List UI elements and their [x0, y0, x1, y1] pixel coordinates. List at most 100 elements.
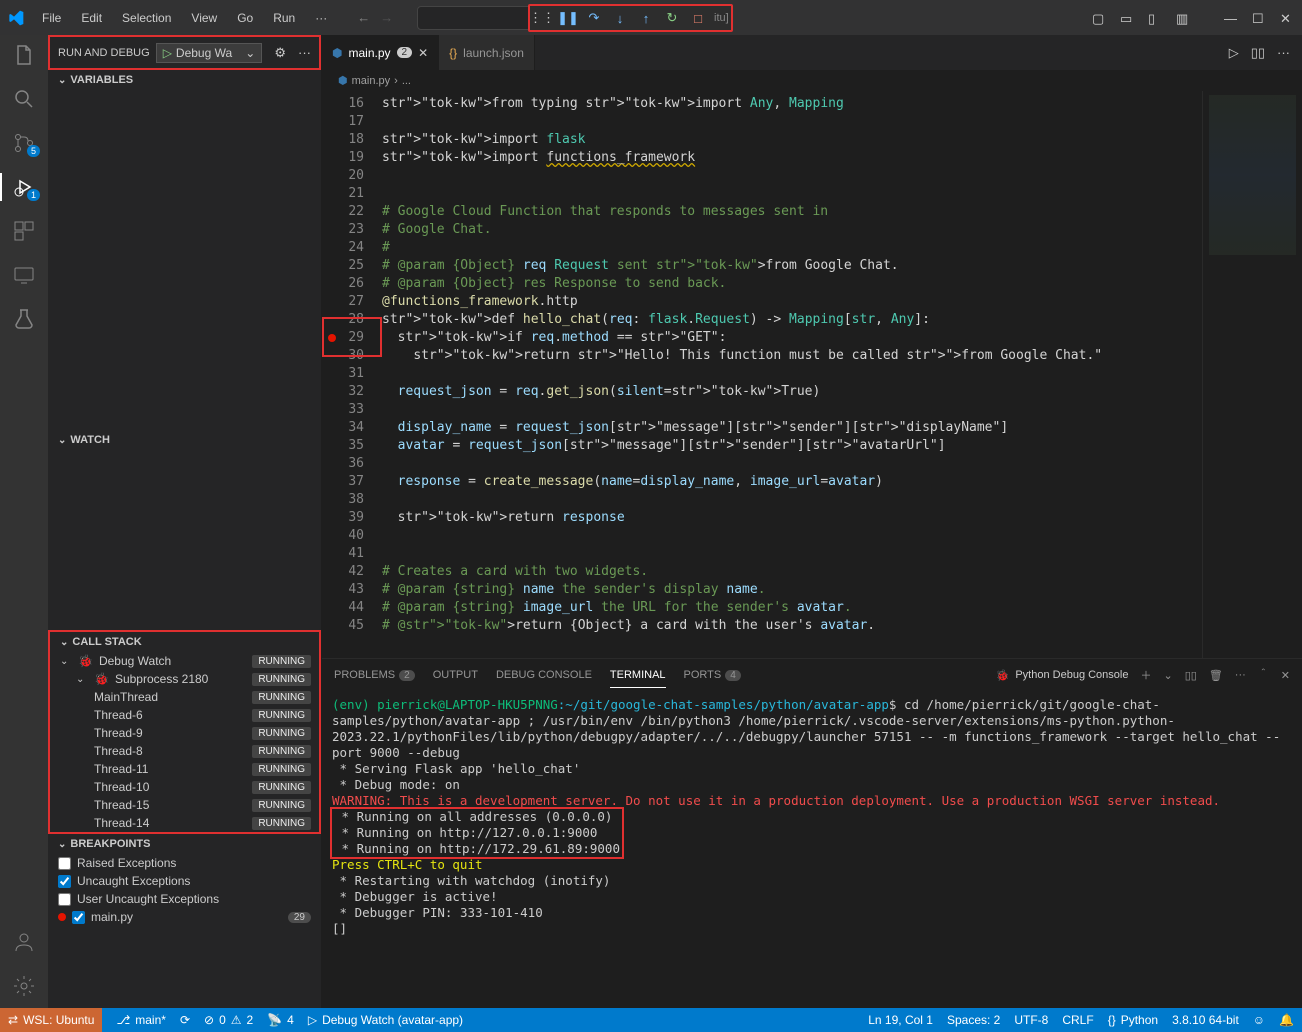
- pause-icon[interactable]: ❚❚: [558, 8, 578, 28]
- tab-problems[interactable]: PROBLEMS2: [334, 663, 415, 687]
- menu-more[interactable]: ···: [307, 7, 335, 29]
- close-icon[interactable]: ✕: [418, 46, 428, 60]
- callstack-root[interactable]: ⌄ 🐞 Debug Watch RUNNING: [50, 652, 319, 670]
- checkbox[interactable]: [58, 875, 71, 888]
- tab-main-py[interactable]: ⬢ main.py 2 ✕: [322, 35, 439, 70]
- stop-icon[interactable]: □: [688, 8, 708, 28]
- breakpoint-dot-icon: [58, 913, 66, 921]
- tab-debug-console[interactable]: DEBUG CONSOLE: [496, 663, 592, 687]
- debug-settings-icon[interactable]: ⚙: [274, 45, 286, 61]
- terminal[interactable]: (env) pierrick@LAPTOP-HKU5PNNG:~/git/goo…: [322, 691, 1302, 1008]
- callstack-subprocess[interactable]: ⌄ 🐞 Subprocess 2180 RUNNING: [50, 670, 319, 688]
- debug-toolbar-tag: itu]: [714, 12, 729, 24]
- tab-launch-json[interactable]: {} launch.json: [439, 35, 535, 70]
- accounts-icon[interactable]: [12, 930, 36, 954]
- panel-icon[interactable]: ▭: [1120, 11, 1134, 25]
- tab-terminal[interactable]: TERMINAL: [610, 663, 666, 687]
- callstack-header[interactable]: ⌄CALL STACK: [50, 632, 319, 652]
- step-into-icon[interactable]: ↓: [610, 8, 630, 28]
- more-icon[interactable]: ···: [298, 45, 311, 60]
- status-spaces[interactable]: Spaces: 2: [947, 1013, 1000, 1027]
- status-debug[interactable]: ▷Debug Watch (avatar-app): [308, 1013, 463, 1027]
- callstack-thread[interactable]: Thread-11RUNNING: [50, 760, 319, 778]
- minimap[interactable]: [1202, 91, 1302, 658]
- menu-run[interactable]: Run: [265, 7, 303, 29]
- debug-icon[interactable]: 1: [12, 175, 36, 199]
- bp-file[interactable]: main.py29: [48, 908, 321, 926]
- customize-icon[interactable]: ▥: [1176, 11, 1190, 25]
- nav-back-icon[interactable]: ←: [357, 10, 370, 25]
- explorer-icon[interactable]: [12, 43, 36, 67]
- callstack-thread[interactable]: Thread-14RUNNING: [50, 814, 319, 832]
- callstack-thread[interactable]: Thread-6RUNNING: [50, 706, 319, 724]
- split-terminal-icon[interactable]: ▯▯: [1185, 669, 1197, 682]
- trash-icon[interactable]: 🗑: [1209, 669, 1223, 682]
- menu-go[interactable]: Go: [229, 7, 261, 29]
- tab-ports[interactable]: PORTS4: [684, 663, 741, 687]
- status-language[interactable]: {}Python: [1108, 1013, 1158, 1027]
- step-over-icon[interactable]: ↷: [584, 8, 604, 28]
- testing-icon[interactable]: [12, 307, 36, 331]
- callstack-thread[interactable]: Thread-8RUNNING: [50, 742, 319, 760]
- menu-view[interactable]: View: [183, 7, 225, 29]
- maximize-icon[interactable]: ☐: [1252, 11, 1266, 25]
- drag-handle-icon[interactable]: ⋮⋮: [532, 8, 552, 28]
- more-icon[interactable]: ···: [1235, 669, 1246, 681]
- status-branch[interactable]: ⎇main*: [116, 1013, 166, 1027]
- editor-body[interactable]: 1617181920212223242526272829303132333435…: [322, 91, 1302, 658]
- callstack-thread[interactable]: Thread-10RUNNING: [50, 778, 319, 796]
- status-remote[interactable]: ⇄WSL: Ubuntu: [0, 1008, 102, 1032]
- status-interpreter[interactable]: 3.8.10 64-bit: [1172, 1013, 1239, 1027]
- callstack-thread[interactable]: Thread-15RUNNING: [50, 796, 319, 814]
- debug-config-dropdown[interactable]: ▷ Debug Wa ⌄: [156, 43, 263, 63]
- watch-section[interactable]: ⌄WATCH: [48, 430, 321, 450]
- checkbox[interactable]: [58, 857, 71, 870]
- chevron-down-icon[interactable]: ⌄: [1163, 669, 1172, 682]
- breakpoints-section[interactable]: ⌄BREAKPOINTS: [48, 834, 321, 854]
- status-sync[interactable]: ⟳: [180, 1013, 190, 1027]
- menu-file[interactable]: File: [34, 7, 69, 29]
- more-icon[interactable]: ···: [1277, 45, 1290, 61]
- breadcrumb[interactable]: ⬢ main.py › ...: [322, 70, 1302, 91]
- checkbox[interactable]: [58, 893, 71, 906]
- menu-edit[interactable]: Edit: [73, 7, 110, 29]
- status-position[interactable]: Ln 19, Col 1: [868, 1013, 933, 1027]
- status-problems[interactable]: ⊘0⚠2: [204, 1013, 253, 1027]
- split-icon[interactable]: ▯▯: [1251, 45, 1265, 61]
- terminal-profile[interactable]: 🐞Python Debug Console: [996, 669, 1129, 682]
- callstack-thread[interactable]: Thread-9RUNNING: [50, 724, 319, 742]
- add-terminal-icon[interactable]: ＋: [1140, 667, 1151, 683]
- sidebar-right-icon[interactable]: ▯: [1148, 11, 1162, 25]
- search-icon[interactable]: [12, 87, 36, 111]
- status-bar: ⇄WSL: Ubuntu ⎇main* ⟳ ⊘0⚠2 📡4 ▷Debug Wat…: [0, 1008, 1302, 1032]
- scm-icon[interactable]: 5: [12, 131, 36, 155]
- restart-icon[interactable]: ↻: [662, 8, 682, 28]
- nav-forward-icon[interactable]: →: [380, 10, 393, 25]
- checkbox[interactable]: [72, 911, 85, 924]
- layout-icon[interactable]: ▢: [1092, 11, 1106, 25]
- close-icon[interactable]: ✕: [1280, 11, 1294, 25]
- minimize-icon[interactable]: —: [1224, 11, 1238, 25]
- variables-section[interactable]: ⌄VARIABLES: [48, 70, 321, 90]
- bp-uncaught[interactable]: Uncaught Exceptions: [48, 872, 321, 890]
- remote-explorer-icon[interactable]: [12, 263, 36, 287]
- code-editor[interactable]: str">"tok-kw">from typing str">"tok-kw">…: [382, 91, 1202, 658]
- bp-user-uncaught[interactable]: User Uncaught Exceptions: [48, 890, 321, 908]
- tab-output[interactable]: OUTPUT: [433, 663, 478, 687]
- bp-raised[interactable]: Raised Exceptions: [48, 854, 321, 872]
- run-icon[interactable]: ▷: [1229, 45, 1239, 61]
- thread-label: Thread-9: [94, 726, 143, 740]
- status-encoding[interactable]: UTF-8: [1014, 1013, 1048, 1027]
- feedback-icon[interactable]: ☺: [1253, 1013, 1265, 1027]
- callstack-thread[interactable]: MainThreadRUNNING: [50, 688, 319, 706]
- step-out-icon[interactable]: ↑: [636, 8, 656, 28]
- status-ports[interactable]: 📡4: [267, 1013, 294, 1027]
- extensions-icon[interactable]: [12, 219, 36, 243]
- close-panel-icon[interactable]: ✕: [1281, 669, 1290, 682]
- line-gutter[interactable]: 1617181920212223242526272829303132333435…: [322, 91, 382, 658]
- bell-icon[interactable]: 🔔: [1279, 1013, 1294, 1027]
- menu-selection[interactable]: Selection: [114, 7, 179, 29]
- maximize-panel-icon[interactable]: ＾: [1258, 667, 1269, 683]
- gear-icon[interactable]: [12, 974, 36, 998]
- status-eol[interactable]: CRLF: [1062, 1013, 1093, 1027]
